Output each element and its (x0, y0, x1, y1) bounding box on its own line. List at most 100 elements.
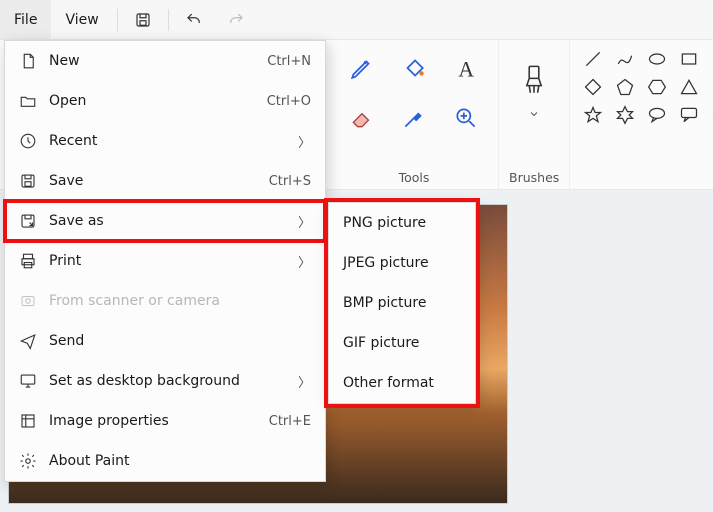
diamond-icon (583, 77, 603, 97)
saveas-other[interactable]: Other format (329, 363, 475, 403)
chevron-down-icon (528, 108, 540, 120)
file-menu-scanner-label: From scanner or camera (41, 293, 311, 309)
saveas-jpeg-label: JPEG picture (343, 255, 429, 271)
text-icon: A (453, 55, 479, 81)
picker-tool[interactable] (392, 96, 436, 140)
brushes-group: Brushes (499, 40, 570, 189)
shape-cloud[interactable] (708, 102, 713, 128)
shapes-group (570, 40, 713, 189)
saveas-bmp[interactable]: BMP picture (329, 283, 475, 323)
file-menu-open-label: Open (41, 93, 267, 109)
shape-pentagon[interactable] (612, 74, 638, 100)
file-menu-saveas[interactable]: Save as 〉 (5, 201, 325, 241)
chevron-right-icon: 〉 (298, 212, 311, 231)
eyedropper-icon (401, 105, 427, 131)
brushes-button[interactable] (519, 46, 549, 120)
star6-icon (615, 105, 635, 125)
file-menu-props-label: Image properties (41, 413, 269, 429)
callout-icon (679, 105, 699, 125)
file-menu-open[interactable]: Open Ctrl+O (5, 81, 325, 121)
shape-star6[interactable] (612, 102, 638, 128)
saveas-png-label: PNG picture (343, 215, 426, 231)
shape-star[interactable] (580, 102, 606, 128)
file-menu-saveas-label: Save as (41, 213, 298, 229)
scanner-icon (19, 292, 37, 310)
brushes-label: Brushes (509, 164, 559, 185)
file-menu-setbg-label: Set as desktop background (41, 373, 298, 389)
saveas-jpeg[interactable]: JPEG picture (329, 243, 475, 283)
file-menu-send[interactable]: Send (5, 321, 325, 361)
file-menu-new-accel: Ctrl+N (267, 54, 311, 69)
file-icon (19, 52, 37, 70)
chevron-right-icon: 〉 (298, 252, 311, 271)
saveas-bmp-label: BMP picture (343, 295, 426, 311)
saveas-submenu: PNG picture JPEG picture BMP picture GIF… (328, 202, 476, 404)
menubar-view-label: View (65, 12, 98, 28)
text-tool[interactable]: A (444, 46, 488, 90)
redo-button[interactable] (215, 0, 257, 39)
save-icon (134, 11, 152, 29)
shape-roundrect[interactable] (708, 46, 713, 72)
pencil-tool[interactable] (340, 46, 384, 90)
desktop-icon (19, 372, 37, 390)
menubar-view[interactable]: View (51, 0, 112, 39)
shape-hexagon[interactable] (644, 74, 670, 100)
bucket-icon (401, 55, 427, 81)
shape-speech[interactable] (644, 102, 670, 128)
file-menu-scanner: From scanner or camera (5, 281, 325, 321)
tools-group: A Tools (330, 40, 499, 189)
saveas-other-label: Other format (343, 375, 434, 391)
file-menu-setbg[interactable]: Set as desktop background 〉 (5, 361, 325, 401)
separator (168, 9, 169, 31)
file-menu-new-label: New (41, 53, 267, 69)
hexagon-icon (647, 77, 667, 97)
shape-curve[interactable] (612, 46, 638, 72)
separator (117, 9, 118, 31)
file-menu-print-label: Print (41, 253, 298, 269)
shape-oval[interactable] (644, 46, 670, 72)
menubar-file[interactable]: File (0, 0, 51, 39)
speech-icon (647, 105, 667, 125)
file-menu-props[interactable]: Image properties Ctrl+E (5, 401, 325, 441)
magnifier-icon (453, 105, 479, 131)
saveas-gif[interactable]: GIF picture (329, 323, 475, 363)
saveas-icon (19, 212, 37, 230)
file-menu-save-label: Save (41, 173, 269, 189)
chevron-right-icon: 〉 (298, 372, 311, 391)
properties-icon (19, 412, 37, 430)
shape-diamond[interactable] (580, 74, 606, 100)
shape-righttri[interactable] (708, 74, 713, 100)
redo-icon (227, 11, 245, 29)
saveas-png[interactable]: PNG picture (329, 203, 475, 243)
file-menu-about[interactable]: About Paint (5, 441, 325, 481)
file-menu-about-label: About Paint (41, 453, 311, 469)
file-menu: New Ctrl+N Open Ctrl+O Recent 〉 Save Ctr… (4, 40, 326, 482)
shape-triangle[interactable] (676, 74, 702, 100)
shape-line[interactable] (580, 46, 606, 72)
undo-button[interactable] (173, 0, 215, 39)
clock-icon (19, 132, 37, 150)
file-menu-props-accel: Ctrl+E (269, 414, 311, 429)
file-menu-save[interactable]: Save Ctrl+S (5, 161, 325, 201)
file-menu-save-accel: Ctrl+S (269, 174, 311, 189)
svg-text:A: A (458, 58, 474, 81)
print-icon (19, 252, 37, 270)
file-menu-send-label: Send (41, 333, 311, 349)
file-menu-print[interactable]: Print 〉 (5, 241, 325, 281)
rect-icon (679, 49, 699, 69)
triangle-icon (679, 77, 699, 97)
zoom-tool[interactable] (444, 96, 488, 140)
shape-callout[interactable] (676, 102, 702, 128)
menubar-file-label: File (14, 12, 37, 28)
gear-icon (19, 452, 37, 470)
shape-rect[interactable] (676, 46, 702, 72)
curve-icon (615, 49, 635, 69)
file-menu-new[interactable]: New Ctrl+N (5, 41, 325, 81)
fill-tool[interactable] (392, 46, 436, 90)
save-quick-button[interactable] (122, 0, 164, 39)
file-menu-recent[interactable]: Recent 〉 (5, 121, 325, 161)
send-icon (19, 332, 37, 350)
tools-label: Tools (399, 164, 430, 185)
save-icon (19, 172, 37, 190)
eraser-tool[interactable] (340, 96, 384, 140)
